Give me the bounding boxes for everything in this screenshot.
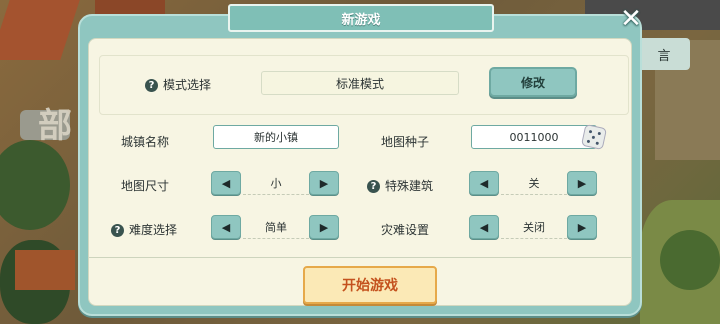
town-name-label: 城镇名称 [121,135,170,149]
difficulty-value: 简单 [243,215,309,239]
town-name-value: 新的小镇 [254,131,298,144]
special-buildings-label: 特殊建筑 [385,179,434,193]
arrow-left-icon: ◀ [479,220,489,234]
modify-button[interactable]: 修改 [489,67,577,97]
bush-shape [660,230,720,290]
difficulty-next-button[interactable]: ▶ [309,215,339,239]
help-icon[interactable]: ? [145,79,158,92]
town-name-input[interactable]: 新的小镇 [213,125,339,149]
disasters-next-button[interactable]: ▶ [567,215,597,239]
special-buildings-value: 关 [501,171,567,195]
dialog-title-tab: 新游戏 [228,4,494,32]
start-game-label: 开始游戏 [342,278,398,294]
arrow-left-icon: ◀ [221,176,231,190]
mode-value-box: 标准模式 [261,71,459,95]
map-seed-input[interactable]: 0011000 [471,125,597,149]
difficulty-label: 难度选择 [129,223,178,237]
mode-label: 模式选择 [163,78,212,92]
arrow-right-icon: ▶ [319,176,329,190]
arrow-right-icon: ▶ [319,220,329,234]
close-icon[interactable]: ✕ [618,6,644,32]
arrow-left-icon: ◀ [479,176,489,190]
house-shape [15,250,75,290]
map-seed-label: 地图种子 [381,135,430,149]
dialog-title: 新游戏 [341,12,381,28]
arrow-left-icon: ◀ [221,220,231,234]
roof-shape [0,0,80,60]
help-icon[interactable]: ? [367,180,380,193]
map-size-label: 地图尺寸 [121,179,170,193]
disasters-value: 关闭 [501,215,567,239]
help-icon[interactable]: ? [111,224,124,237]
dice-icon[interactable] [580,123,608,151]
difficulty-label-group: ? 难度选择 [111,221,177,238]
map-seed-value: 0011000 [509,130,559,144]
special-buildings-next-button[interactable]: ▶ [567,171,597,195]
modify-button-label: 修改 [520,75,545,90]
arrow-right-icon: ▶ [577,220,587,234]
map-size-next-button[interactable]: ▶ [309,171,339,195]
mode-value: 标准模式 [335,76,384,91]
dialog-body: ? 模式选择 标准模式 修改 城镇名称 新的小镇 地图种子 0011000 地图尺… [88,38,632,306]
disasters-label: 灾难设置 [381,223,430,237]
arrow-right-icon: ▶ [577,176,587,190]
difficulty-prev-button[interactable]: ◀ [211,215,241,239]
map-size-prev-button[interactable]: ◀ [211,171,241,195]
disasters-prev-button[interactable]: ◀ [469,215,499,239]
background-text: 部 [38,106,74,146]
special-buildings-label-group: ? 特殊建筑 [367,177,433,194]
divider [89,257,631,258]
map-size-value: 小 [243,171,309,195]
special-buildings-prev-button[interactable]: ◀ [469,171,499,195]
tree-shape [0,140,70,230]
new-game-dialog: 新游戏 ✕ ? 模式选择 标准模式 修改 城镇名称 新的小镇 地图种子 00110… [78,4,642,316]
start-game-button[interactable]: 开始游戏 [303,266,437,304]
mode-label-group: ? 模式选择 [145,76,211,93]
